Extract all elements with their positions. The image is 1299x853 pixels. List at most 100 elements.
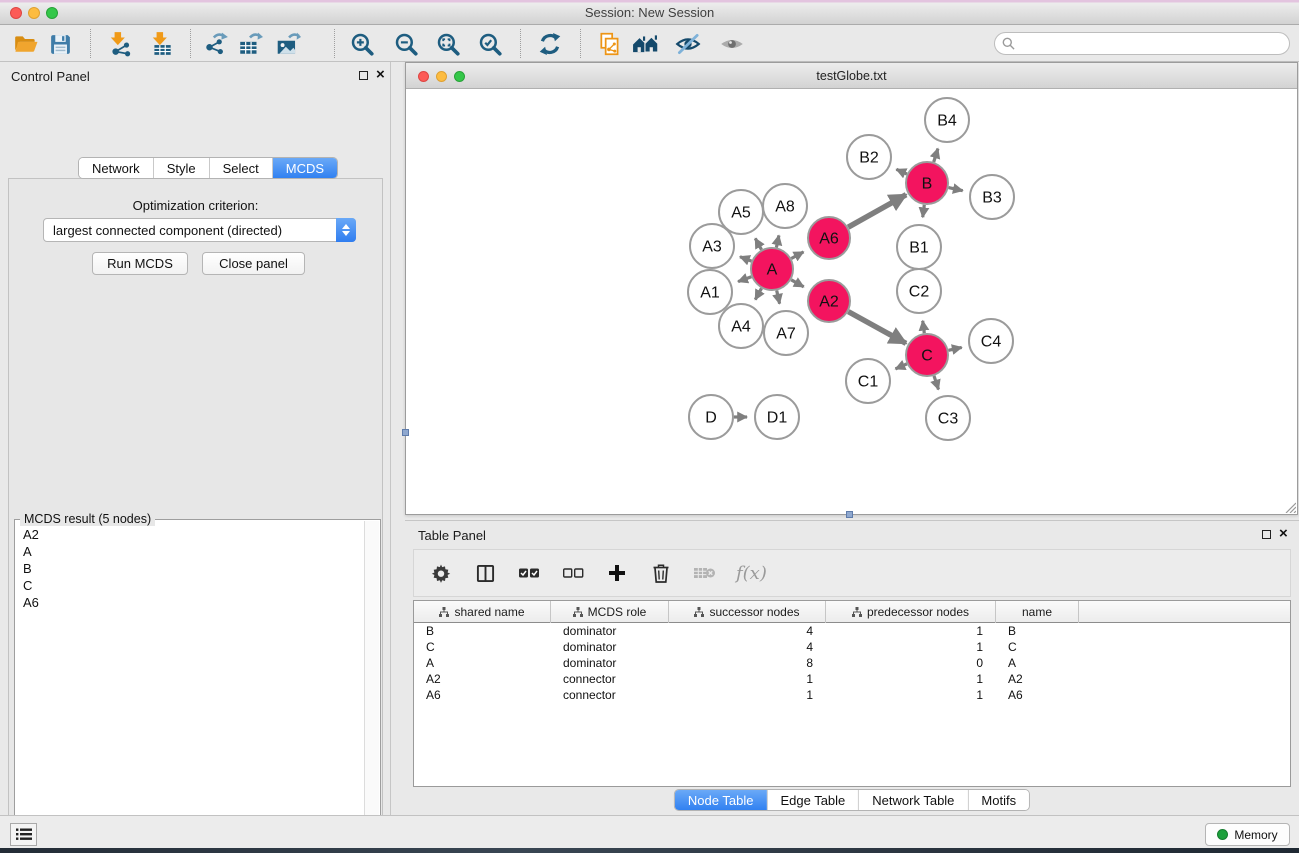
table-tab-edge-table[interactable]: Edge Table — [767, 790, 859, 810]
graph-edge-A-A1[interactable] — [738, 277, 751, 282]
close-panel-icon[interactable]: × — [376, 67, 385, 83]
mcds-result-item[interactable]: C — [16, 577, 363, 594]
zoom-selected-button[interactable] — [474, 29, 506, 59]
graph-node-A7[interactable]: A7 — [764, 311, 808, 355]
table-close-panel-icon[interactable]: × — [1279, 526, 1288, 542]
table-cell[interactable]: C — [996, 639, 1079, 655]
tab-network[interactable]: Network — [79, 158, 154, 178]
show-panel-button[interactable] — [716, 29, 748, 59]
graph-node-B[interactable]: B — [906, 162, 948, 204]
graph-node-B2[interactable]: B2 — [847, 135, 891, 179]
float-panel-icon[interactable] — [359, 71, 368, 80]
table-cell[interactable]: C — [414, 639, 551, 655]
table-cell[interactable]: dominator — [551, 623, 669, 639]
export-image-button[interactable] — [272, 29, 304, 59]
table-row[interactable]: A6connector11A6 — [414, 687, 1290, 703]
frame-resize-handle-west[interactable] — [402, 429, 409, 436]
graph-edge-B-B1[interactable] — [923, 205, 925, 217]
graph-edge-C-C4[interactable] — [949, 347, 962, 350]
column-header-name[interactable]: name — [996, 601, 1079, 623]
frame-resize-handle-south[interactable] — [846, 511, 853, 518]
graph-node-A5[interactable]: A5 — [719, 190, 763, 234]
graph-node-A4[interactable]: A4 — [719, 304, 763, 348]
graph-edge-A-A6[interactable] — [791, 252, 803, 259]
zoom-fit-button[interactable] — [432, 29, 464, 59]
graph-node-D[interactable]: D — [689, 395, 733, 439]
table-cell[interactable]: dominator — [551, 639, 669, 655]
import-table-button[interactable] — [146, 29, 178, 59]
graph-node-C[interactable]: C — [906, 334, 948, 376]
table-row[interactable]: A2connector11A2 — [414, 671, 1290, 687]
delete-table-button[interactable] — [692, 560, 718, 586]
table-cell[interactable]: connector — [551, 671, 669, 687]
insert-column-button[interactable] — [472, 560, 498, 586]
graph-edge-B-B3[interactable] — [949, 188, 963, 191]
graph-edge-A-A4[interactable] — [755, 288, 761, 299]
table-cell[interactable]: 4 — [669, 639, 826, 655]
table-row[interactable]: Bdominator41B — [414, 623, 1290, 639]
first-neighbors-button[interactable] — [594, 29, 626, 59]
graph-edge-A-A7[interactable] — [777, 291, 780, 304]
graph-node-A6[interactable]: A6 — [808, 217, 850, 259]
table-cell[interactable]: 1 — [826, 687, 996, 703]
graph-edge-A-A8[interactable] — [776, 235, 779, 247]
hide-panel-button[interactable] — [672, 29, 704, 59]
graph-node-B1[interactable]: B1 — [897, 225, 941, 269]
graph-node-C2[interactable]: C2 — [897, 269, 941, 313]
graph-edge-B-B2[interactable] — [896, 169, 907, 174]
graph-edge-C-C1[interactable] — [896, 364, 907, 369]
table-row[interactable]: Adominator80A — [414, 655, 1290, 671]
table-cell[interactable]: A2 — [996, 671, 1079, 687]
table-cell[interactable]: 1 — [826, 623, 996, 639]
memory-button[interactable]: Memory — [1205, 823, 1290, 846]
column-header-successor-nodes[interactable]: successor nodes — [669, 601, 826, 623]
delete-row-button[interactable] — [648, 560, 674, 586]
graph-edge-A2-C[interactable] — [848, 312, 906, 344]
graph-node-B4[interactable]: B4 — [925, 98, 969, 142]
mcds-result-item[interactable]: A — [16, 543, 363, 560]
run-mcds-button[interactable]: Run MCDS — [92, 252, 188, 275]
table-tab-node-table[interactable]: Node Table — [675, 790, 768, 810]
network-canvas[interactable]: B4B2BB3A5A8A6A3B1AA1C2A2A4A7C4CC1C3DD1 — [406, 89, 1297, 514]
column-header-predecessor-nodes[interactable]: predecessor nodes — [826, 601, 996, 623]
table-row[interactable]: Cdominator41C — [414, 639, 1290, 655]
graph-node-A1[interactable]: A1 — [688, 270, 732, 314]
refresh-layout-button[interactable] — [534, 29, 566, 59]
graph-edge-A-A3[interactable] — [740, 257, 752, 261]
table-cell[interactable]: 1 — [826, 671, 996, 687]
table-cell[interactable]: A6 — [414, 687, 551, 703]
table-tab-network-table[interactable]: Network Table — [859, 790, 968, 810]
zoom-out-button[interactable] — [390, 29, 422, 59]
graph-edge-A-A5[interactable] — [755, 238, 761, 249]
table-cell[interactable]: 1 — [669, 671, 826, 687]
table-float-panel-icon[interactable] — [1262, 530, 1271, 539]
graph-node-A2[interactable]: A2 — [808, 280, 850, 322]
graph-node-A8[interactable]: A8 — [763, 184, 807, 228]
mcds-result-item[interactable]: A6 — [16, 594, 363, 611]
table-cell[interactable]: 0 — [826, 655, 996, 671]
save-session-button[interactable] — [44, 29, 76, 59]
graph-edge-A6-B[interactable] — [848, 195, 906, 228]
result-list-scrollbar[interactable] — [364, 521, 379, 853]
network-graph[interactable]: B4B2BB3A5A8A6A3B1AA1C2A2A4A7C4CC1C3DD1 — [406, 89, 1297, 514]
table-cell[interactable]: A6 — [996, 687, 1079, 703]
table-cell[interactable]: B — [414, 623, 551, 639]
table-cell[interactable]: connector — [551, 687, 669, 703]
table-cell[interactable]: 1 — [669, 687, 826, 703]
graph-node-C3[interactable]: C3 — [926, 396, 970, 440]
table-cell[interactable]: dominator — [551, 655, 669, 671]
table-tab-motifs[interactable]: Motifs — [968, 790, 1029, 810]
resize-grip-icon[interactable] — [1282, 499, 1296, 513]
import-network-button[interactable] — [104, 29, 136, 59]
export-table-button[interactable] — [234, 29, 266, 59]
search-input[interactable] — [1020, 35, 1289, 53]
column-header-shared-name[interactable]: shared name — [414, 601, 551, 623]
close-panel-button[interactable]: Close panel — [202, 252, 305, 275]
column-header-mcds-role[interactable]: MCDS role — [551, 601, 669, 623]
graph-node-A[interactable]: A — [751, 248, 793, 290]
network-window-titlebar[interactable]: testGlobe.txt — [406, 63, 1297, 89]
tab-style[interactable]: Style — [154, 158, 210, 178]
graph-node-C4[interactable]: C4 — [969, 319, 1013, 363]
function-builder-button[interactable]: f(x) — [736, 563, 767, 584]
graph-edge-C-C2[interactable] — [923, 321, 925, 333]
